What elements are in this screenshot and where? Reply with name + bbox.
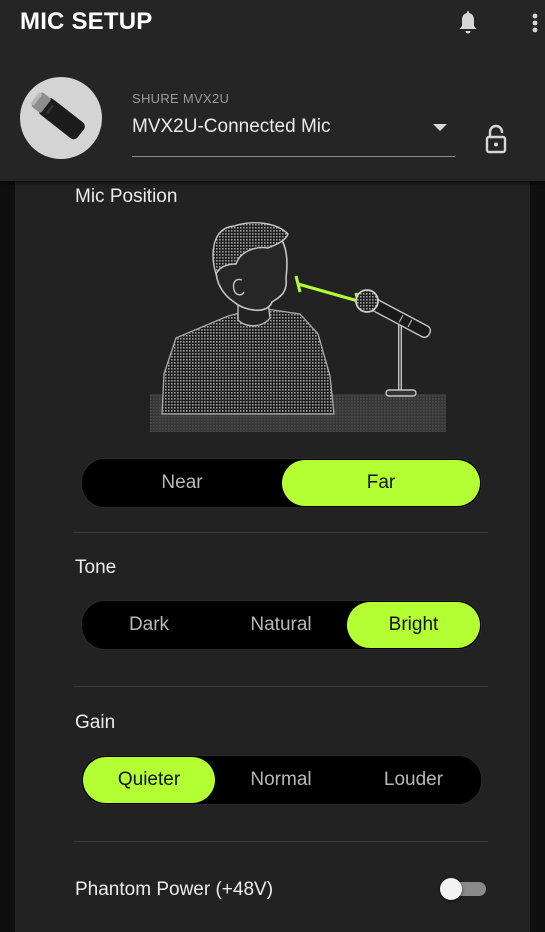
device-avatar — [20, 77, 102, 159]
mic-position-far-option[interactable]: Far — [282, 460, 480, 506]
bell-icon[interactable] — [456, 10, 480, 36]
tone-dark-option[interactable]: Dark — [83, 602, 215, 648]
mic-position-selector: Near Far — [81, 458, 482, 508]
mic-position-label: Mic Position — [75, 186, 178, 207]
page-title: MIC SETUP — [20, 8, 153, 35]
phantom-power-toggle[interactable] — [440, 878, 486, 900]
device-select-dropdown[interactable]: MVX2U-Connected Mic — [132, 110, 455, 157]
chevron-down-icon — [433, 124, 447, 131]
gain-normal-option[interactable]: Normal — [215, 757, 347, 803]
device-brand-label: SHURE MVX2U — [132, 91, 230, 106]
settings-panel: Mic Position Near Far Tone Dark Natural … — [15, 181, 530, 932]
section-divider — [73, 686, 488, 687]
mic-position-illustration — [150, 222, 446, 432]
app-header: MIC SETUP SHURE MVX2U MVX2U-Connected Mi… — [0, 0, 545, 181]
more-vertical-icon[interactable] — [527, 10, 543, 36]
section-divider — [73, 532, 488, 533]
tone-selector: Dark Natural Bright — [81, 600, 482, 650]
mic-position-near-option[interactable]: Near — [83, 460, 281, 506]
section-divider — [73, 841, 488, 842]
tone-label: Tone — [75, 557, 117, 578]
gain-louder-option[interactable]: Louder — [347, 757, 480, 803]
gain-selector: Quieter Normal Louder — [81, 755, 482, 805]
device-select-value: MVX2U-Connected Mic — [132, 116, 331, 137]
gain-quieter-option[interactable]: Quieter — [83, 757, 215, 803]
toggle-knob — [440, 878, 462, 900]
lock-open-icon[interactable] — [484, 124, 508, 154]
tone-natural-option[interactable]: Natural — [215, 602, 347, 648]
phantom-power-label: Phantom Power (+48V) — [75, 879, 274, 900]
tone-bright-option[interactable]: Bright — [347, 602, 480, 648]
gain-label: Gain — [75, 712, 116, 733]
mvx2u-adapter-icon — [31, 92, 85, 140]
